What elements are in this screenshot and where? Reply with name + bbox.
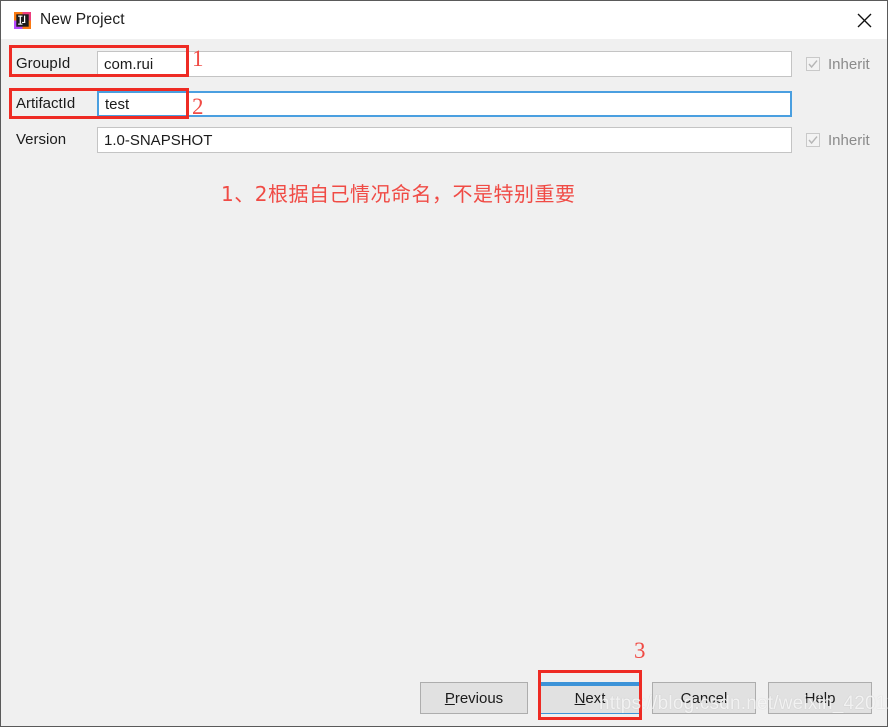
groupid-inherit-label: Inherit [828,55,870,73]
annotation-number-2: 2 [192,94,204,119]
version-label: Version [16,131,67,148]
checkmark-icon [806,57,820,71]
version-inherit-label: Inherit [828,131,870,149]
artifactid-label: ArtifactId [16,95,76,112]
checkmark-icon [806,133,820,147]
dialog-footer: Previous Next Cancel Help [1,674,887,726]
previous-button[interactable]: Previous [420,682,528,714]
title-bar: New Project [1,1,887,39]
maven-coordinates-form: GroupId Inherit ArtifactId Version [1,39,887,687]
cancel-button[interactable]: Cancel [652,682,756,714]
version-inherit-checkbox[interactable]: Inherit [806,127,870,153]
form-row-groupid: GroupId Inherit [1,51,887,77]
help-button[interactable]: Help [768,682,872,714]
close-icon[interactable] [841,1,887,39]
form-row-version: Version Inherit [1,127,887,153]
window-title: New Project [40,11,125,28]
intellij-idea-icon [14,11,31,29]
version-input[interactable] [97,127,792,153]
new-project-dialog: New Project GroupId Inherit [0,0,888,727]
groupid-label: GroupId [16,55,71,72]
annotation-number-1: 1 [192,46,204,71]
groupid-inherit-checkbox[interactable]: Inherit [806,51,870,77]
annotation-note-chinese: 1、2根据自己情况命名，不是特别重要 [221,182,576,206]
form-row-artifactid: ArtifactId [1,91,887,117]
next-button[interactable]: Next [540,682,640,714]
annotation-number-3: 3 [634,638,646,663]
